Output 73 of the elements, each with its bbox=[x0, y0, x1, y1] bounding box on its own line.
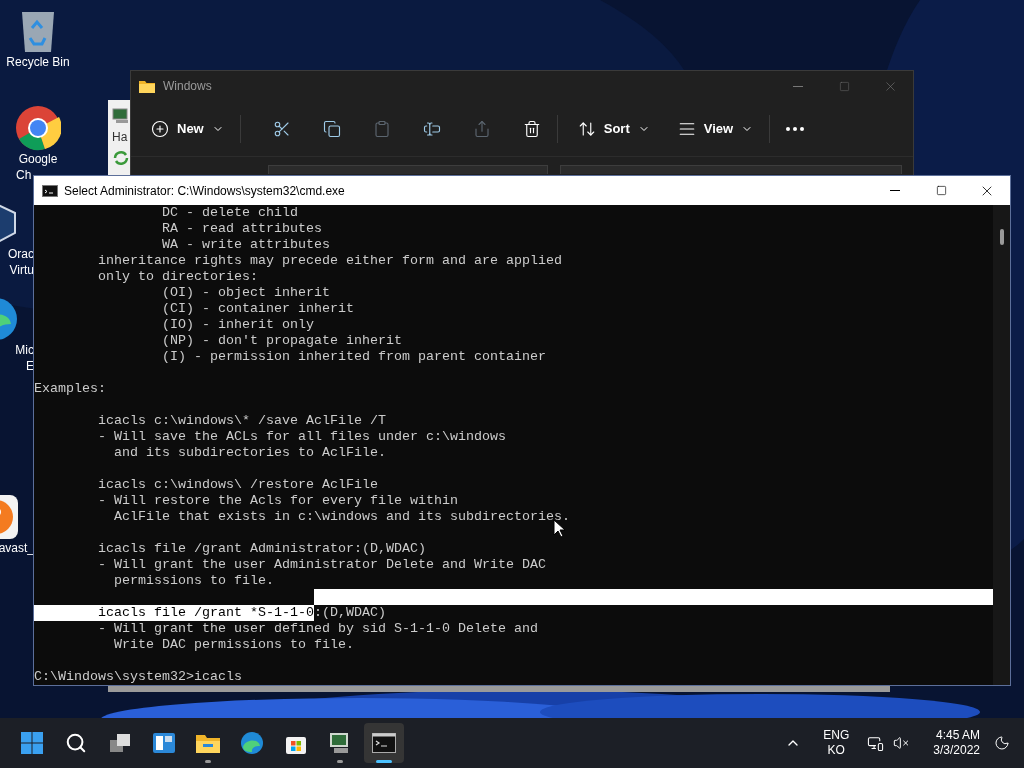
console-line: - Will grant the user defined by sid S-1-1-0 Delete and bbox=[97, 621, 538, 637]
console-line: permissions to file. bbox=[112, 573, 274, 589]
refresh-icon bbox=[112, 150, 130, 166]
folder-icon bbox=[139, 79, 155, 93]
search-field[interactable] bbox=[560, 165, 902, 174]
copy-icon bbox=[322, 119, 341, 138]
console-line: DC - delete child bbox=[160, 205, 298, 221]
console-line: icacls c:\windows\ /restore AclFile bbox=[97, 477, 378, 493]
console-line: AclFile that exists in c:\windows and its subdirectories. bbox=[112, 509, 570, 525]
view-button[interactable]: View bbox=[669, 112, 762, 145]
console-line: :(D,WDAC) bbox=[313, 605, 386, 621]
console-line: and its subdirectories to AclFile. bbox=[112, 445, 386, 461]
minimize-icon bbox=[890, 190, 900, 191]
plus-icon bbox=[151, 119, 169, 138]
console-icon bbox=[42, 184, 58, 197]
mouse-pointer-icon bbox=[553, 519, 565, 538]
console-line: - Will restore the Acls for every file within bbox=[97, 493, 458, 509]
trash-icon bbox=[522, 119, 541, 138]
console-line: only to directories: bbox=[97, 269, 258, 285]
selected-console-text: icacls file /grant *S-1-1-0 bbox=[34, 605, 314, 621]
sort-button[interactable]: Sort bbox=[569, 112, 658, 145]
running-indicator bbox=[376, 760, 392, 763]
widgets-icon bbox=[152, 732, 176, 754]
maximize-icon bbox=[838, 80, 850, 92]
app-label: Ha bbox=[112, 129, 128, 146]
window-title: Select Administrator: C:\Windows\system32\cmd.exe bbox=[64, 182, 345, 200]
console-line: (OI) - object inherit bbox=[160, 285, 330, 301]
scissors-icon bbox=[272, 119, 291, 138]
console-line: (NP) - don't propagate inherit bbox=[160, 333, 402, 349]
desktop-icon-label: Virtu bbox=[9, 262, 34, 278]
console-icon bbox=[372, 733, 396, 753]
rename-icon bbox=[422, 119, 441, 138]
console-line: RA - read attributes bbox=[160, 221, 322, 237]
desktop-icon-label: avast_ bbox=[0, 540, 34, 556]
desktop-icon-label: Orac bbox=[8, 246, 34, 262]
window-title: Windows bbox=[163, 78, 212, 95]
console-line: Examples: bbox=[34, 381, 106, 397]
minimize-icon bbox=[793, 85, 803, 87]
desktop-icon-label: E bbox=[26, 358, 34, 374]
clock[interactable]: 4:45 AM 3/3/2022 bbox=[925, 728, 988, 758]
scrollbar[interactable] bbox=[993, 205, 1010, 685]
computer-icon bbox=[112, 108, 130, 124]
console-line: (I) - permission inherited from parent container bbox=[160, 349, 546, 365]
clipboard-icon bbox=[372, 119, 391, 138]
language-indicator[interactable]: ENG KO bbox=[815, 728, 858, 758]
running-indicator bbox=[337, 760, 343, 763]
task-view-icon bbox=[108, 732, 132, 754]
share-icon bbox=[472, 119, 491, 138]
chrome-icon bbox=[15, 105, 61, 151]
desktop-icon-label: Ch bbox=[16, 167, 32, 183]
new-button[interactable]: New bbox=[143, 112, 232, 145]
desktop-icon-label: Mic bbox=[15, 342, 34, 358]
console-line: inheritance rights may precede either form and are applied bbox=[97, 253, 562, 269]
desktop-icon-label: Google bbox=[18, 151, 58, 167]
console-line: - Will save the ACLs for all files under c:\windows bbox=[97, 429, 506, 445]
more-icon bbox=[786, 126, 805, 131]
desktop-icon-label: Recycle Bin bbox=[6, 54, 70, 70]
console-line: - Will grant the user Administrator Delete and Write DAC bbox=[97, 557, 546, 573]
maximize-icon bbox=[935, 185, 947, 196]
console-line: (CI) - container inherit bbox=[160, 301, 354, 317]
console-line: icacls file /grant Administrator:(D,WDAC) bbox=[97, 541, 426, 557]
search-icon bbox=[65, 732, 87, 754]
console-line: WA - write attributes bbox=[160, 237, 330, 253]
taskbar-app[interactable] bbox=[364, 723, 404, 763]
sort-icon bbox=[577, 119, 596, 138]
windows-logo-icon bbox=[21, 732, 43, 754]
console-line: Write DAC permissions to file. bbox=[112, 637, 354, 653]
folder-icon bbox=[195, 732, 221, 754]
running-indicator bbox=[205, 760, 211, 763]
console-line: (IO) - inherit only bbox=[160, 317, 314, 333]
console-line: C:\Windows\system32>icacls bbox=[34, 669, 242, 685]
console-line: icacls c:\windows\* /save AclFile /T bbox=[97, 413, 386, 429]
edge-icon bbox=[240, 731, 264, 755]
